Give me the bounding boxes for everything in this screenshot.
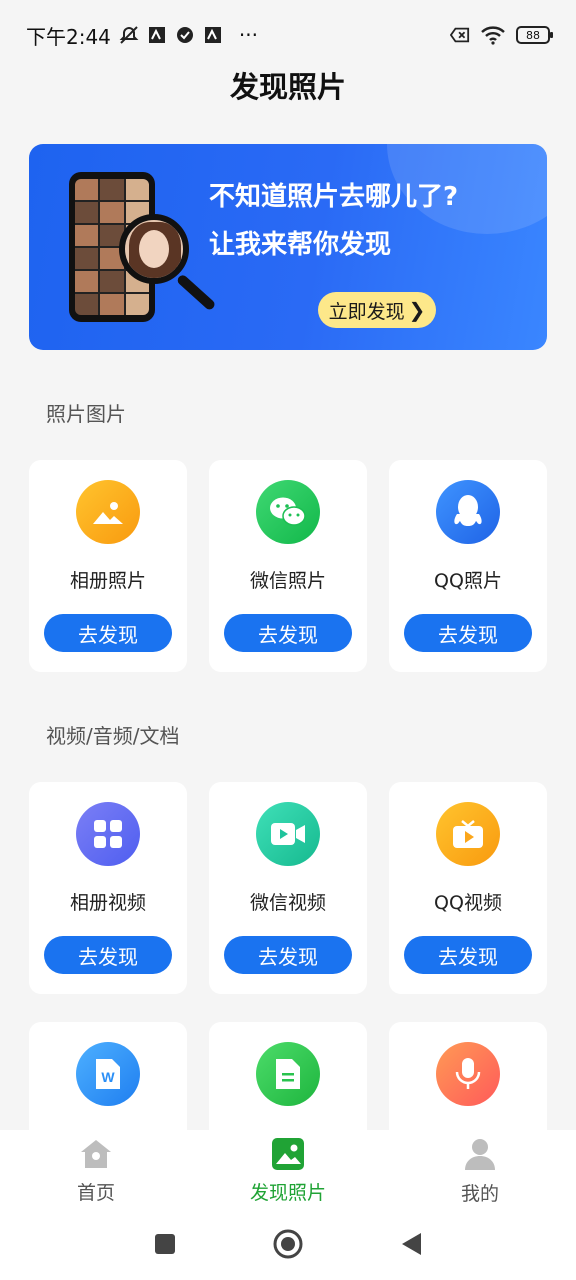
mute-icon — [119, 25, 139, 45]
battery-level: 88 — [526, 28, 540, 42]
video-camera-icon — [256, 802, 320, 866]
card-label: 微信视频 — [249, 892, 326, 914]
discover-now-button[interactable]: 立即发现 ❯ — [318, 292, 436, 328]
gallery-icon — [76, 480, 140, 544]
grid-icon — [76, 802, 140, 866]
svg-text:W: W — [101, 1069, 115, 1085]
card-label: 相册视频 — [69, 892, 146, 914]
check-icon — [175, 25, 195, 45]
discover-button[interactable]: 去发现 — [44, 614, 172, 652]
card-qq-photos[interactable]: QQ照片 去发现 — [389, 460, 547, 672]
card-album-photos[interactable]: 相册照片 去发现 — [29, 460, 187, 672]
discover-button[interactable]: 去发现 — [224, 614, 352, 652]
section-title-photos: 照片图片 — [46, 402, 126, 426]
app-icon — [147, 25, 167, 45]
card-label: QQ视频 — [434, 892, 502, 914]
nav-item-profile[interactable]: 我的 — [420, 1137, 540, 1206]
banner-subheadline: 让我来帮你发现 — [209, 230, 392, 260]
status-time: 下午2:44 — [26, 24, 111, 49]
magnifier-icon — [119, 214, 189, 284]
magnifier-handle — [175, 273, 217, 312]
card-label: 微信照片 — [249, 570, 326, 592]
discover-button[interactable]: 去发现 — [44, 936, 172, 974]
profile-icon — [463, 1137, 497, 1175]
word-doc-icon: W — [76, 1042, 140, 1106]
discover-button[interactable]: 去发现 — [224, 936, 352, 974]
discover-now-label: 立即发现 — [328, 300, 405, 323]
more-indicator: ··· — [238, 23, 258, 47]
card-qq-videos[interactable]: QQ视频 去发现 — [389, 782, 547, 994]
wifi-icon — [480, 25, 506, 45]
status-bar-left: 下午2:44 ··· — [26, 21, 258, 50]
section-title-media: 视频/音频/文档 — [46, 724, 180, 748]
microphone-icon — [436, 1042, 500, 1106]
photo-icon — [271, 1137, 305, 1174]
status-bar: 下午2:44 ··· 88 — [0, 0, 576, 70]
tv-play-icon — [436, 802, 500, 866]
status-bar-right: 88 — [450, 25, 553, 45]
bottom-nav: 首页 发现照片 我的 — [0, 1130, 576, 1212]
back-button[interactable] — [399, 1231, 423, 1261]
system-nav-bar — [0, 1212, 576, 1280]
recents-button[interactable] — [153, 1232, 177, 1260]
banner-headline: 不知道照片去哪儿了? — [209, 182, 459, 212]
discover-button[interactable]: 去发现 — [404, 936, 532, 974]
card-label: 相册照片 — [69, 570, 146, 592]
qq-icon — [436, 480, 500, 544]
card-album-videos[interactable]: 相册视频 去发现 — [29, 782, 187, 994]
nav-item-home[interactable]: 首页 — [36, 1138, 156, 1205]
document-icon — [256, 1042, 320, 1106]
sim-x-icon — [450, 25, 470, 45]
app-icon — [203, 25, 223, 45]
discover-banner[interactable]: 不知道照片去哪儿了? 让我来帮你发现 立即发现 ❯ — [29, 144, 547, 350]
battery-icon: 88 — [516, 26, 553, 44]
card-label: QQ照片 — [434, 570, 502, 592]
chevron-right-icon: ❯ — [408, 298, 426, 322]
wechat-icon — [256, 480, 320, 544]
card-wechat-photos[interactable]: 微信照片 去发现 — [209, 460, 367, 672]
nav-label: 首页 — [76, 1181, 115, 1204]
home-button[interactable] — [273, 1229, 303, 1263]
card-wechat-videos[interactable]: 微信视频 去发现 — [209, 782, 367, 994]
nav-item-discover[interactable]: 发现照片 — [228, 1137, 348, 1205]
nav-label: 发现照片 — [249, 1181, 326, 1204]
nav-label: 我的 — [460, 1182, 499, 1205]
page-title: 发现照片 — [229, 70, 346, 104]
discover-button[interactable]: 去发现 — [404, 614, 532, 652]
home-icon — [79, 1138, 113, 1174]
